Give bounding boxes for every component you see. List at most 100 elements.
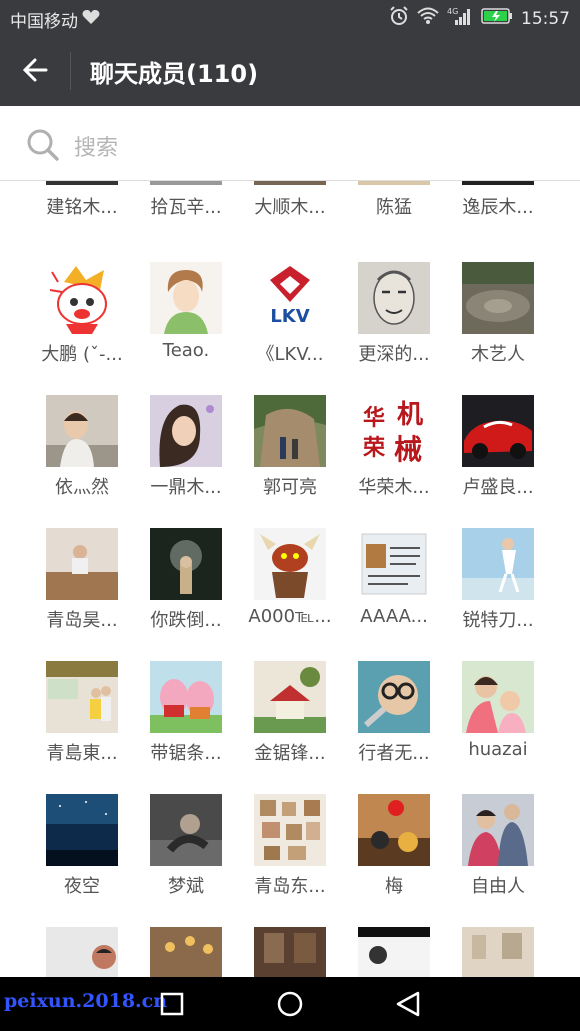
member-avatar: 华机荣械: [358, 395, 430, 467]
member-item[interactable]: 逸辰木...: [446, 181, 550, 219]
wifi-icon: [417, 7, 439, 30]
search-bar[interactable]: 搜索: [0, 106, 580, 181]
member-name: 大顺木...: [254, 197, 326, 218]
member-item[interactable]: 金锯锋...: [238, 661, 342, 765]
member-avatar: [46, 262, 118, 334]
member-avatar: [254, 528, 326, 600]
carrier-label: 中国移动: [10, 12, 78, 32]
member-name: A000℡...: [248, 606, 332, 627]
svg-text:LKV: LKV: [270, 306, 309, 327]
member-name: 自由人: [471, 876, 525, 897]
member-avatar: [150, 661, 222, 733]
svg-text:4G: 4G: [447, 7, 458, 16]
member-name: 金锯锋...: [254, 743, 326, 764]
member-avatar: [46, 794, 118, 866]
member-name: 更深的...: [358, 344, 430, 365]
member-item[interactable]: LKV 《LKV...: [238, 262, 342, 366]
member-avatar: [150, 528, 222, 600]
member-item[interactable]: 自由人: [446, 794, 550, 898]
member-avatar: [46, 528, 118, 600]
member-name: 逸辰木...: [462, 197, 534, 218]
member-item[interactable]: 锐特刀...: [446, 528, 550, 632]
member-item[interactable]: 更深的...: [342, 262, 446, 366]
battery-icon: [481, 7, 513, 30]
member-item[interactable]: 梦斌: [134, 794, 238, 898]
member-name: 《LKV...: [256, 344, 324, 365]
member-item[interactable]: 华机荣械 华荣木...: [342, 395, 446, 499]
member-name: 带锯条...: [150, 743, 222, 764]
member-item[interactable]: AAAA...: [342, 528, 446, 627]
svg-text:华: 华: [363, 405, 385, 431]
member-avatar: [150, 395, 222, 467]
search-input[interactable]: 搜索: [74, 130, 118, 162]
member-name: 卢盛良...: [462, 477, 534, 498]
member-avatar: [150, 262, 222, 334]
member-avatar: [150, 927, 222, 977]
member-name: 你跌倒...: [150, 610, 222, 631]
member-name: huazai: [468, 739, 528, 760]
member-item[interactable]: 青岛东...: [238, 794, 342, 898]
member-item[interactable]: [342, 927, 446, 977]
header-divider: [70, 52, 71, 90]
member-item[interactable]: 卢盛良...: [446, 395, 550, 499]
home-icon[interactable]: [276, 989, 304, 1023]
member-item[interactable]: 梅: [342, 794, 446, 898]
member-item[interactable]: 你跌倒...: [134, 528, 238, 632]
member-avatar: [358, 528, 430, 600]
member-avatar: [254, 794, 326, 866]
member-item[interactable]: 一鼎木...: [134, 395, 238, 499]
clock-time: 15:57: [521, 8, 570, 29]
watermark-text: peixun.2018.cn: [4, 990, 168, 1012]
member-avatar: [46, 927, 118, 977]
member-avatar: [462, 794, 534, 866]
member-name: 大鹏 (ˇ-...: [41, 344, 123, 365]
member-name: 陈猛: [376, 197, 412, 218]
member-name: 华荣木...: [358, 477, 430, 498]
member-item[interactable]: A000℡...: [238, 528, 342, 627]
member-item[interactable]: 拾瓦辛...: [134, 181, 238, 219]
member-avatar: [462, 528, 534, 600]
member-item[interactable]: 行者无...: [342, 661, 446, 765]
member-item[interactable]: 大顺木...: [238, 181, 342, 219]
recent-apps-icon[interactable]: [160, 989, 184, 1023]
member-item[interactable]: 带锯条...: [134, 661, 238, 765]
member-name: 一鼎木...: [150, 477, 222, 498]
status-bar: 中国移动 4G 15:57: [0, 0, 580, 36]
member-item[interactable]: 夜空: [30, 794, 134, 898]
svg-text:械: 械: [394, 433, 422, 466]
member-name: Teao.: [162, 340, 210, 361]
member-item[interactable]: 郭可亮: [238, 395, 342, 499]
member-item[interactable]: [30, 927, 134, 977]
member-item[interactable]: [134, 927, 238, 977]
member-item[interactable]: 青岛昊...: [30, 528, 134, 632]
member-name: 拾瓦辛...: [150, 197, 222, 218]
member-name: 青岛东...: [254, 876, 326, 897]
member-avatar: [358, 661, 430, 733]
member-avatar: [462, 661, 534, 733]
member-item[interactable]: 青島東...: [30, 661, 134, 765]
svg-text:荣: 荣: [362, 435, 385, 461]
back-triangle-icon[interactable]: [394, 989, 422, 1023]
member-item[interactable]: huazai: [446, 661, 550, 760]
member-name: 依灬然: [55, 477, 109, 498]
back-arrow-icon[interactable]: [20, 54, 52, 86]
signal-icon: 4G: [447, 6, 473, 31]
system-nav-bar: peixun.2018.cn: [0, 977, 580, 1031]
member-item[interactable]: 木艺人: [446, 262, 550, 366]
member-name: 建铭木...: [46, 197, 118, 218]
member-name: 梅: [385, 876, 403, 897]
member-name: 夜空: [64, 876, 100, 897]
member-name: 青島東...: [46, 743, 118, 764]
member-item[interactable]: 陈猛: [342, 181, 446, 219]
member-avatar: [254, 661, 326, 733]
member-item[interactable]: [446, 927, 550, 977]
member-item[interactable]: 依灬然: [30, 395, 134, 499]
member-item[interactable]: 大鹏 (ˇ-...: [30, 262, 134, 366]
alarm-icon: [389, 6, 409, 31]
member-avatar: [462, 395, 534, 467]
member-avatar: [46, 661, 118, 733]
member-grid: 建铭木... 拾瓦辛... 大顺木... 陈猛 逸辰木... 大鹏 (ˇ-...…: [0, 181, 580, 977]
member-item[interactable]: Teao.: [134, 262, 238, 361]
member-item[interactable]: [238, 927, 342, 977]
member-item[interactable]: 建铭木...: [30, 181, 134, 219]
